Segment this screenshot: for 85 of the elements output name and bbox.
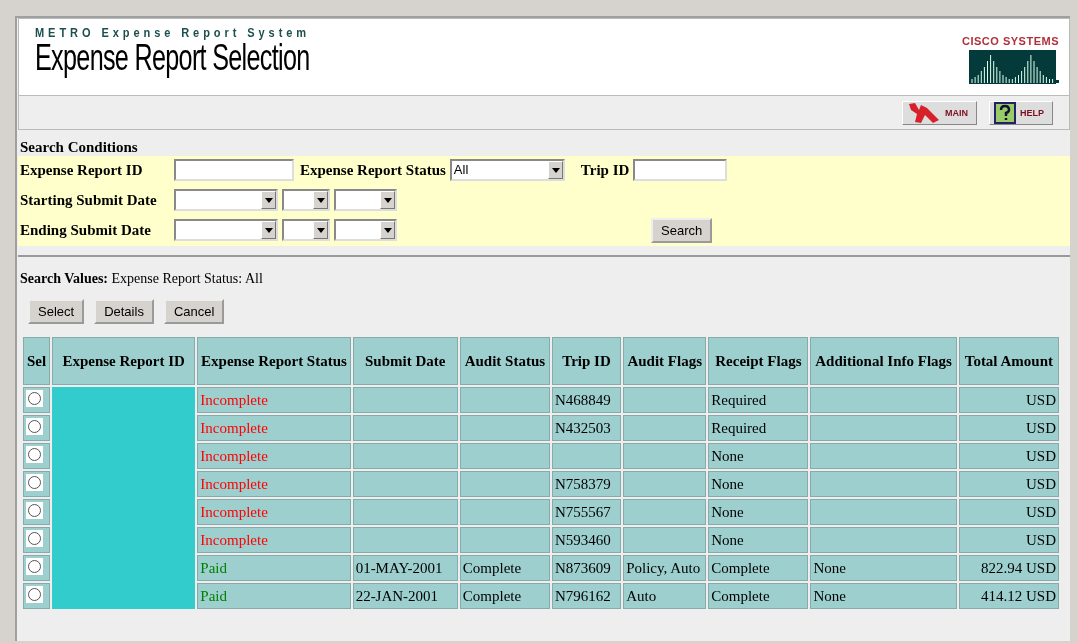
table-cell: USD xyxy=(958,471,1059,497)
logo-text: CISCO SYSTEMS xyxy=(962,35,1059,47)
table-cell: N873609 xyxy=(552,555,622,581)
table-cell: USD xyxy=(958,499,1059,525)
table-cell: N755567 xyxy=(552,499,622,525)
field-label: Trip ID xyxy=(580,161,630,179)
table-cell: None xyxy=(810,555,957,581)
table-cell: Complete xyxy=(459,583,550,609)
month-dropdown[interactable] xyxy=(174,189,278,211)
action-button[interactable]: Details xyxy=(94,299,154,324)
status-text: Incomplete xyxy=(200,504,268,520)
column-header: Sel xyxy=(23,337,51,385)
input-field[interactable] xyxy=(174,159,294,181)
column-header: Receipt Flags xyxy=(708,337,809,385)
radio-button[interactable] xyxy=(28,503,41,517)
table-cell: None xyxy=(708,443,809,469)
table-cell: USD xyxy=(958,415,1059,441)
action-button[interactable]: Cancel xyxy=(163,299,225,324)
field-label: Starting Submit Date xyxy=(20,191,158,209)
table-cell: 414.12 USD xyxy=(958,583,1059,609)
column-header: Additional Info Flags xyxy=(810,337,957,385)
radio-button[interactable] xyxy=(28,559,41,573)
table-cell: Required xyxy=(708,387,809,413)
status-text: Incomplete xyxy=(200,448,268,464)
table-cell: 22-JAN-2001 xyxy=(352,583,458,609)
table-cell: USD xyxy=(958,387,1059,413)
column-header: Expense Report ID xyxy=(52,337,196,385)
status-text: Incomplete xyxy=(200,476,268,492)
field-label: Expense Report Status xyxy=(300,161,446,179)
table-cell: N593460 xyxy=(552,527,622,553)
table-cell: Required xyxy=(708,415,809,441)
help-button[interactable]: HELP xyxy=(989,101,1053,125)
status-text: Paid xyxy=(200,588,227,604)
radio-button[interactable] xyxy=(28,419,41,433)
radio-button[interactable] xyxy=(28,531,41,545)
field-label: Ending Submit Date xyxy=(20,221,152,239)
year-dropdown[interactable] xyxy=(334,189,397,211)
column-header: Total Amount xyxy=(958,337,1059,385)
field-label: Expense Report ID xyxy=(20,161,144,179)
status-text: Paid xyxy=(200,560,227,576)
column-header: Expense Report Status xyxy=(197,337,351,385)
status-text: Incomplete xyxy=(200,532,268,548)
table-cell: None xyxy=(708,499,809,525)
table-cell: Complete xyxy=(459,555,550,581)
main-button[interactable]: MAIN xyxy=(902,101,977,125)
column-header: Submit Date xyxy=(352,337,458,385)
column-header: Audit Flags xyxy=(623,337,707,385)
table-cell: 01-MAY-2001 xyxy=(352,555,458,581)
question-mark-icon xyxy=(994,102,1016,124)
table-cell: None xyxy=(810,583,957,609)
radio-button[interactable] xyxy=(28,587,41,601)
year-dropdown[interactable] xyxy=(334,219,397,241)
table-cell: None xyxy=(708,471,809,497)
figure-icon xyxy=(907,102,941,124)
table-cell: N468849 xyxy=(552,387,622,413)
day-dropdown[interactable] xyxy=(282,219,330,241)
search-values-text: Search Values: Expense Report Status: All xyxy=(20,271,264,287)
input-field[interactable] xyxy=(633,159,728,181)
status-dropdown[interactable]: All xyxy=(449,159,565,181)
radio-button[interactable] xyxy=(28,475,41,489)
table-cell: USD xyxy=(958,443,1059,469)
table-cell: 822.94 USD xyxy=(958,555,1059,581)
system-name: METRO Expense Report System xyxy=(35,25,311,40)
table-cell: None xyxy=(708,527,809,553)
radio-button[interactable] xyxy=(28,391,41,405)
table-cell: Policy, Auto xyxy=(623,555,707,581)
column-header: Trip ID xyxy=(552,337,622,385)
action-button[interactable]: Select xyxy=(28,299,85,324)
table-cell: Complete xyxy=(708,583,809,609)
month-dropdown[interactable] xyxy=(174,219,278,241)
status-text: Incomplete xyxy=(200,420,268,436)
table-cell: Complete xyxy=(708,555,809,581)
table-cell: USD xyxy=(958,527,1059,553)
table-cell: N432503 xyxy=(552,415,622,441)
section-title: Search Conditions xyxy=(19,138,139,156)
radio-button[interactable] xyxy=(28,447,41,461)
bars-logo-icon xyxy=(969,50,1059,84)
table-cell: N758379 xyxy=(552,471,622,497)
column-header: Audit Status xyxy=(459,337,550,385)
table-cell: Auto xyxy=(623,583,707,609)
table-cell: N796162 xyxy=(552,583,622,609)
search-button[interactable]: Search xyxy=(651,217,713,243)
table-cell xyxy=(552,443,622,469)
day-dropdown[interactable] xyxy=(282,189,330,211)
status-text: Incomplete xyxy=(200,392,268,408)
